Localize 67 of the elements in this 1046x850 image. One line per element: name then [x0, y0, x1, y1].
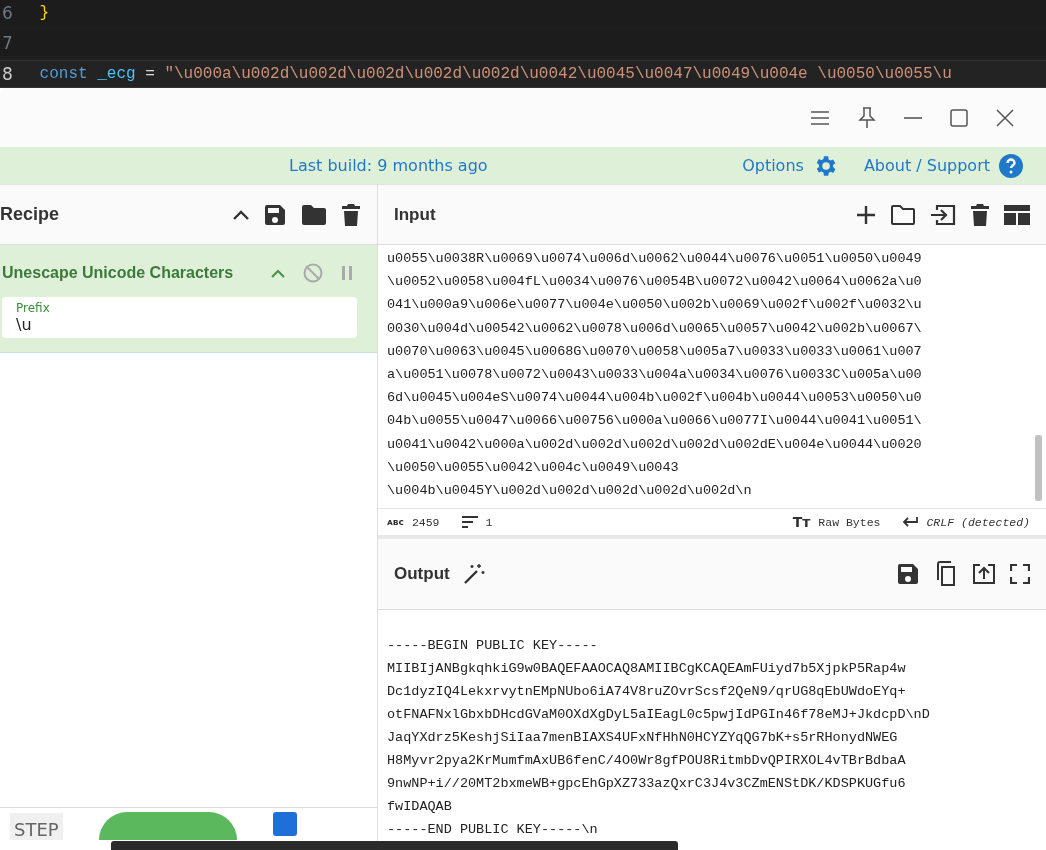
operation-name: Unescape Unicode Characters	[2, 264, 234, 282]
step-button[interactable]: STEP	[10, 813, 63, 840]
pin-icon[interactable]	[858, 106, 876, 129]
input-title: Input	[394, 204, 436, 225]
copy-icon[interactable]	[934, 561, 958, 587]
folder-icon[interactable]	[890, 203, 916, 226]
output-text-line: otFNAFNxlGbxbDHcdGVaM0OXdXgDyL5aIEagL0c5pwjIdPGIn46f78eMJ+JkdcpD\nD	[387, 706, 931, 724]
code-token: =	[145, 65, 155, 83]
line-number: 6	[2, 3, 14, 23]
trash-icon[interactable]	[341, 202, 361, 227]
encoding-icon: Tт	[792, 514, 811, 530]
fullscreen-icon[interactable]	[1010, 564, 1030, 584]
code-token: "\u000a\u002d\u002d\u002d\u002d\u002d\u0042\u0045\u0047\u0049\u004e \u0050\u0055\u	[164, 65, 952, 83]
code-token: const	[39, 65, 88, 83]
build-link[interactable]: Last build: 9 months ago	[289, 156, 743, 175]
line-number: 7	[2, 33, 14, 53]
output-text-line: Dc1dyzIQ4LekxrvytnEMpNUbo6iA74V8ruZOvrScsf2QeN9/qrUG8qEbUWdoEYq+	[387, 683, 907, 701]
output-text-line: MIIBIjANBgkqhkiG9w0BAQEFAAOCAQ8AMIIBCgKCAQEAmFUiyd7b5XjpkP5Rap4w	[387, 660, 907, 678]
lines-icon	[461, 516, 478, 528]
output-text-line: JaqYXdrz5KeshjSiIaa7menBIAXS4UFxNfHhN0HCYZYqQG7bK+s5rRHonydNWEG	[387, 729, 899, 747]
output-text-line: -----END PUBLIC KEY-----\n	[387, 821, 599, 839]
encoding-selector[interactable]: Raw Bytes	[818, 515, 881, 529]
plus-icon[interactable]	[856, 204, 876, 225]
save-icon[interactable]	[896, 562, 920, 586]
save-icon[interactable]	[263, 202, 287, 227]
replace-input-icon[interactable]	[972, 563, 996, 585]
prefix-field[interactable]: Prefix \u	[2, 297, 357, 338]
input-text-line: 04b\u0055\u0047\u0066\u00756\u000a\u0066\u0077I\u0044\u0041\u0051\	[387, 412, 923, 431]
output-title: Output	[394, 564, 450, 584]
trash-icon[interactable]	[970, 202, 990, 227]
output-text-line: fwIDAQAB	[387, 798, 453, 816]
options-link[interactable]: Options	[742, 156, 804, 175]
eol-selector[interactable]: CRLF (detected)	[926, 515, 1030, 529]
input-text-line: 041\u000a9\u006e\u0077\u004e\u0050\u002b\u0069\u002f\u002f\u0032\u	[387, 296, 923, 315]
character-count: 2459	[411, 515, 440, 529]
recipe-operation[interactable]: Unescape Unicode Characters Prefix \u	[0, 245, 377, 353]
import-icon[interactable]	[930, 203, 956, 226]
output-text-line: -----BEGIN PUBLIC KEY-----	[387, 637, 599, 655]
line-count: 1	[485, 515, 493, 529]
menu-icon[interactable]	[810, 109, 830, 126]
line-number: 8	[2, 64, 14, 84]
about-support-link[interactable]: About / Support	[863, 156, 990, 175]
auto-bake-checkbox[interactable]	[272, 812, 297, 836]
collapse-icon[interactable]	[233, 209, 249, 220]
output-text-line: 9nwNP+i//20MT2bxmeWB+gpcEhGpXZ733azQxrC3J4v3CZmENStDK/KDSPKUGfu6	[387, 775, 907, 793]
input-text-line: u0070\u0063\u0045\u0068G\u0070\u0058\u005a7\u0033\u0033\u0061\u007	[387, 342, 923, 361]
input-text-line: \u004b\u0045Y\u002d\u002d\u002d\u002d\u002d\n	[387, 481, 753, 500]
input-text-line: 6d\u0045\u004eS\u0074\u0044\u004b\u002f\u004b\u0044\u0053\u0050\u0	[387, 389, 923, 408]
input-text-line: u0055\u0038R\u0069\u0074\u006d\u0062\u0044\u0076\u0051\u0050\u0049	[387, 250, 923, 268]
maximize-icon[interactable]	[950, 108, 968, 127]
output-text-line: H8Myvr2pya2KrMumfmAxUB6fenC/4O0Wr8gfPOU8RitmbDvQPIRXOL4vTBrBdbaA	[387, 752, 907, 770]
length-icon: ᴀʙᴄ	[387, 517, 404, 527]
scrollbar-thumb[interactable]	[1035, 435, 1042, 501]
return-icon	[902, 516, 919, 528]
folder-icon[interactable]	[301, 203, 327, 226]
input-text-line: u0041\u0042\u000a\u002d\u002d\u002d\u002d\u002dE\u004e\u0044\u0020	[387, 435, 923, 454]
recipe-title: Recipe	[0, 204, 60, 225]
help-icon[interactable]	[998, 152, 1024, 179]
input-text-line: \u0050\u0055\u0042\u004c\u0049\u0043	[387, 458, 680, 477]
input-text-line: 0030\u004d\u00542\u0062\u0078\u006d\u0065\u0057\u0042\u002b\u0067\	[387, 319, 923, 338]
close-icon[interactable]	[996, 108, 1014, 127]
input-text-line: a\u0051\u0078\u0072\u0043\u0033\u004a\u0034\u0076\u0033C\u005a\u00	[387, 365, 923, 384]
layout-icon[interactable]	[1004, 204, 1030, 225]
code-token: _ecg	[97, 65, 136, 83]
code-token: }	[39, 4, 50, 22]
minimize-icon[interactable]	[904, 115, 922, 120]
input-text-line: \u0052\u0058\u004fL\u0034\u0076\u0054B\u0072\u0042\u0064\u0062a\u0	[387, 273, 923, 292]
